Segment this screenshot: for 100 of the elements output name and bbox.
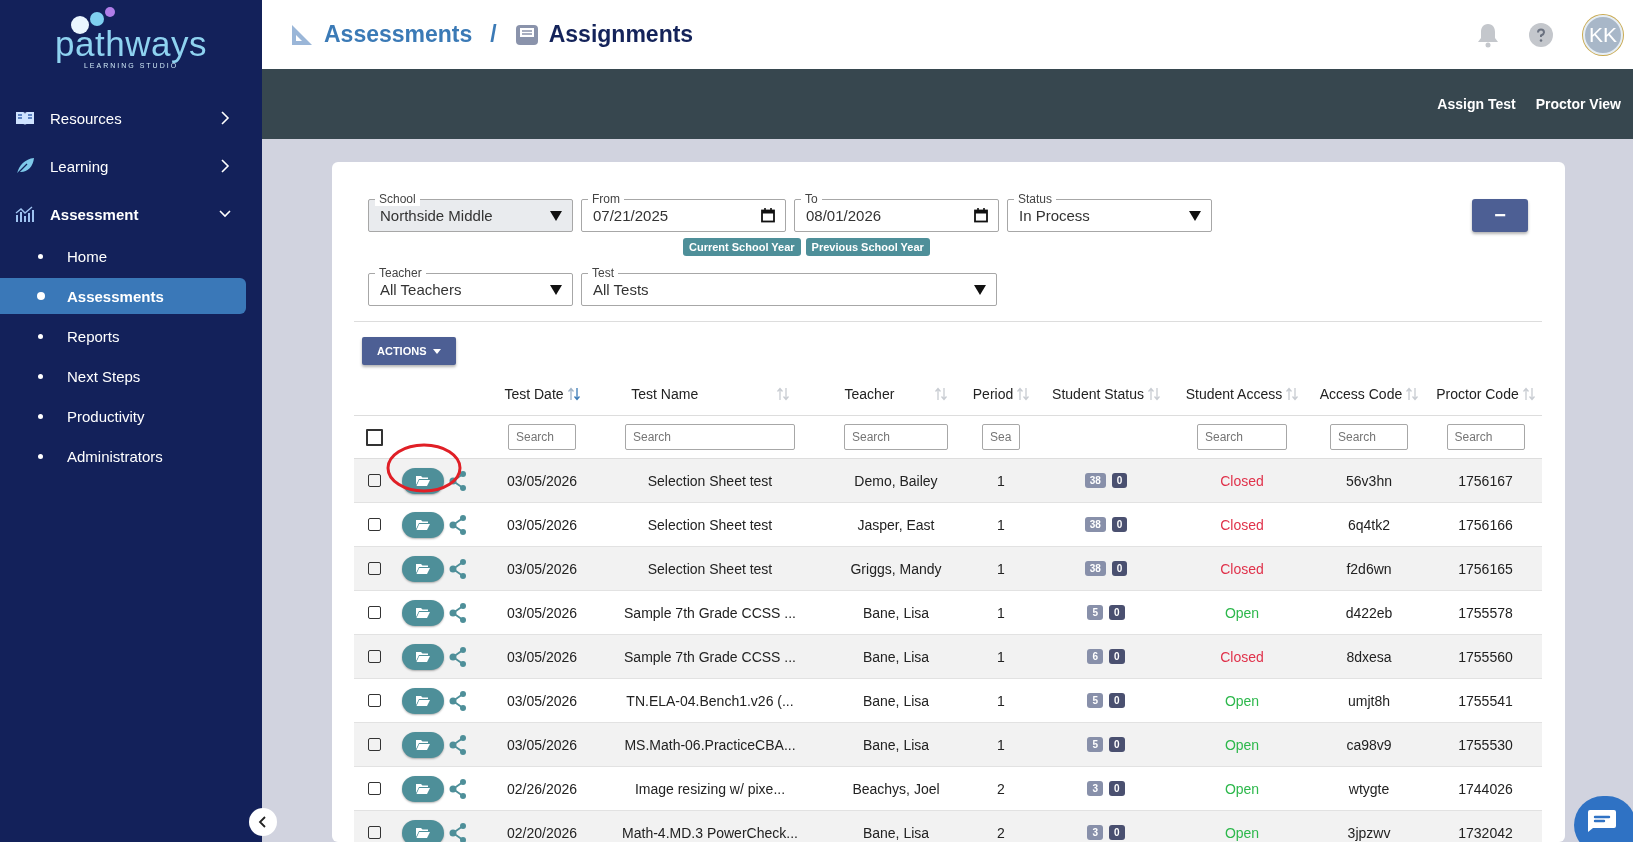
chat-icon — [1587, 808, 1617, 832]
share-icon[interactable] — [449, 778, 467, 799]
access-status: Closed — [1219, 472, 1265, 489]
table-cell-text: 1 — [996, 516, 1006, 533]
count-badge: 3 — [1087, 825, 1103, 840]
share-icon[interactable] — [449, 646, 467, 667]
column-header[interactable]: Access Code — [1319, 386, 1403, 402]
leaf-icon — [14, 157, 36, 175]
caret-icon — [974, 284, 986, 295]
bullet-icon — [38, 333, 43, 339]
date-range-button[interactable]: Previous School Year — [805, 238, 930, 256]
open-folder-button[interactable] — [402, 511, 444, 538]
share-icon[interactable] — [449, 470, 467, 491]
share-icon[interactable] — [449, 734, 467, 755]
row-checkbox[interactable] — [367, 694, 381, 707]
select-all-checkbox[interactable] — [365, 428, 383, 446]
folder-icon — [416, 475, 430, 486]
sidebar-subitem[interactable]: Home — [0, 238, 246, 274]
access-status: Closed — [1219, 648, 1265, 665]
open-folder-button[interactable] — [402, 687, 444, 714]
sidebar-item[interactable]: Assessment — [0, 190, 262, 238]
table-cell-text: 2 — [996, 780, 1006, 797]
table-cell-text: 03/05/2026 — [505, 692, 579, 709]
share-icon[interactable] — [449, 514, 467, 535]
share-icon[interactable] — [449, 822, 467, 842]
table-cell-text: 1755560 — [1457, 648, 1514, 665]
row-checkbox[interactable] — [367, 826, 381, 839]
table-cell-text: 1 — [996, 736, 1006, 753]
table-cell-text: Bane, Lisa — [861, 648, 931, 665]
bullet-icon — [38, 373, 43, 379]
table-cell-text: Selection Sheet test — [646, 560, 774, 577]
bullet-icon — [38, 253, 43, 259]
sidebar-subitem[interactable]: Productivity — [0, 398, 246, 434]
column-header[interactable]: Teacher — [844, 386, 895, 402]
row-checkbox[interactable] — [367, 474, 381, 487]
row-checkbox[interactable] — [367, 650, 381, 663]
row-checkbox[interactable] — [367, 782, 381, 795]
table-cell-text: 1 — [996, 692, 1006, 709]
help-icon[interactable] — [1529, 22, 1553, 47]
table-cell-text: Bane, Lisa — [861, 604, 931, 621]
date-range-button[interactable]: Current School Year — [683, 238, 801, 256]
sidebar-subitem[interactable]: Next Steps — [0, 358, 246, 394]
actions-button[interactable]: ACTIONS — [362, 337, 456, 365]
chat-button[interactable] — [1574, 796, 1633, 842]
table-cell-text: 8dxesa — [1345, 648, 1393, 665]
search-field[interactable]: Search — [844, 424, 948, 450]
row-checkbox[interactable] — [367, 606, 381, 619]
count-badge: 0 — [1109, 693, 1125, 708]
table-cell-text: 1755530 — [1457, 736, 1514, 753]
sidebar-subitem[interactable]: Reports — [0, 318, 246, 354]
row-checkbox[interactable] — [367, 738, 381, 751]
search-field[interactable]: Search — [1330, 424, 1408, 450]
breadcrumb-link[interactable]: Assessments — [324, 21, 473, 48]
open-folder-button[interactable] — [402, 775, 444, 802]
search-field[interactable]: Search — [1197, 424, 1287, 450]
sidebar-item[interactable]: Learning — [0, 142, 262, 190]
table-cell-text: Bane, Lisa — [861, 692, 931, 709]
table-cell-text: 3jpzwv — [1346, 824, 1392, 841]
share-icon[interactable] — [449, 690, 467, 711]
table-cell-text: 1 — [996, 604, 1006, 621]
access-status: Closed — [1219, 560, 1265, 577]
folder-icon — [416, 519, 430, 530]
column-header[interactable]: Test Date — [504, 386, 564, 402]
table-cell-text: 56v3hn — [1345, 472, 1393, 489]
open-folder-button[interactable] — [402, 819, 444, 842]
logo-text: pathways — [55, 26, 207, 61]
table-cell-text: 1756165 — [1457, 560, 1514, 577]
search-field[interactable]: Search — [1446, 424, 1525, 450]
share-icon[interactable] — [449, 602, 467, 623]
caret-icon — [550, 210, 562, 221]
open-folder-button[interactable] — [402, 731, 444, 758]
sidebar-subitem[interactable]: Assessments — [0, 278, 246, 314]
folder-icon — [416, 695, 430, 706]
toolbar-link[interactable]: Assign Test — [1437, 96, 1516, 112]
column-header[interactable]: Student Status — [1052, 386, 1144, 402]
access-status: Open — [1223, 692, 1261, 709]
search-field[interactable]: Search — [508, 424, 576, 450]
table-cell-text: Bane, Lisa — [861, 736, 931, 753]
sort-icon[interactable] — [567, 387, 580, 401]
count-badge: 0 — [1111, 473, 1128, 488]
collapse-filters-button[interactable]: − — [1472, 199, 1528, 232]
count-badge: 3 — [1087, 781, 1103, 796]
search-field[interactable]: Search — [625, 424, 795, 450]
row-checkbox[interactable] — [367, 518, 381, 531]
sidebar-subitem[interactable]: Administrators — [0, 438, 246, 474]
search-field[interactable]: Sea — [982, 424, 1020, 450]
access-status: Open — [1223, 780, 1261, 797]
table-cell-text: 1744026 — [1457, 780, 1514, 797]
column-header[interactable]: Period — [972, 386, 1014, 402]
open-folder-button[interactable] — [402, 643, 444, 670]
row-checkbox[interactable] — [367, 562, 381, 575]
count-badge: 0 — [1109, 825, 1125, 840]
open-folder-button[interactable] — [402, 555, 444, 582]
share-icon[interactable] — [449, 558, 467, 579]
open-folder-button[interactable] — [402, 599, 444, 626]
sidebar-item[interactable]: Resources — [0, 94, 262, 142]
column-header[interactable]: Student Access — [1185, 386, 1283, 402]
toolbar-link[interactable]: Proctor View — [1535, 96, 1621, 112]
column-header[interactable]: Test Name — [631, 386, 699, 402]
column-header[interactable]: Proctor Code — [1436, 386, 1519, 402]
